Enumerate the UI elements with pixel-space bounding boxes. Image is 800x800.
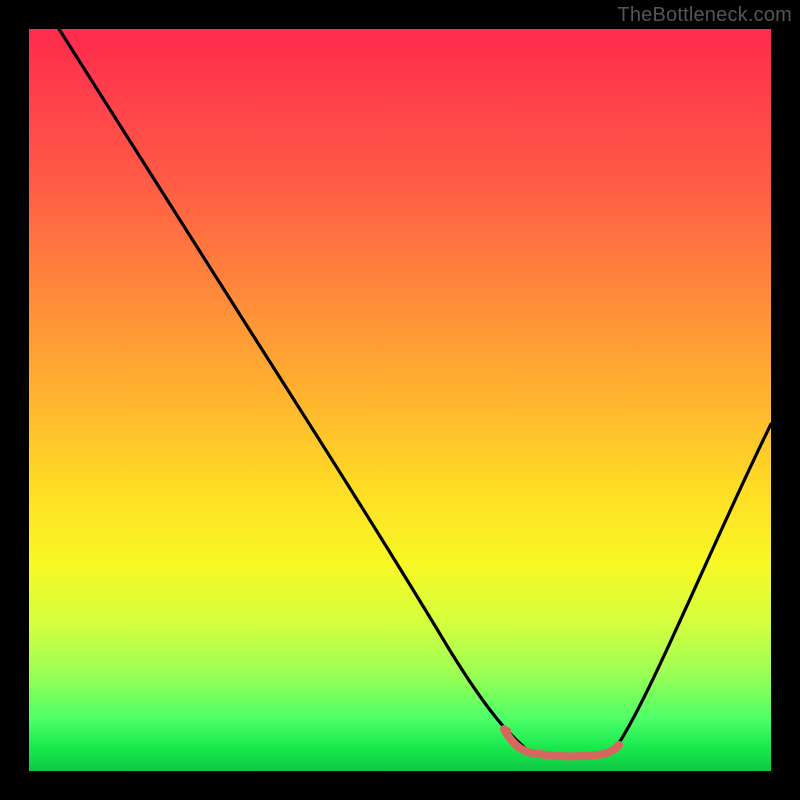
chart-frame <box>29 29 771 771</box>
chart-gradient-background <box>29 29 771 771</box>
attribution-text: TheBottleneck.com <box>617 4 792 27</box>
